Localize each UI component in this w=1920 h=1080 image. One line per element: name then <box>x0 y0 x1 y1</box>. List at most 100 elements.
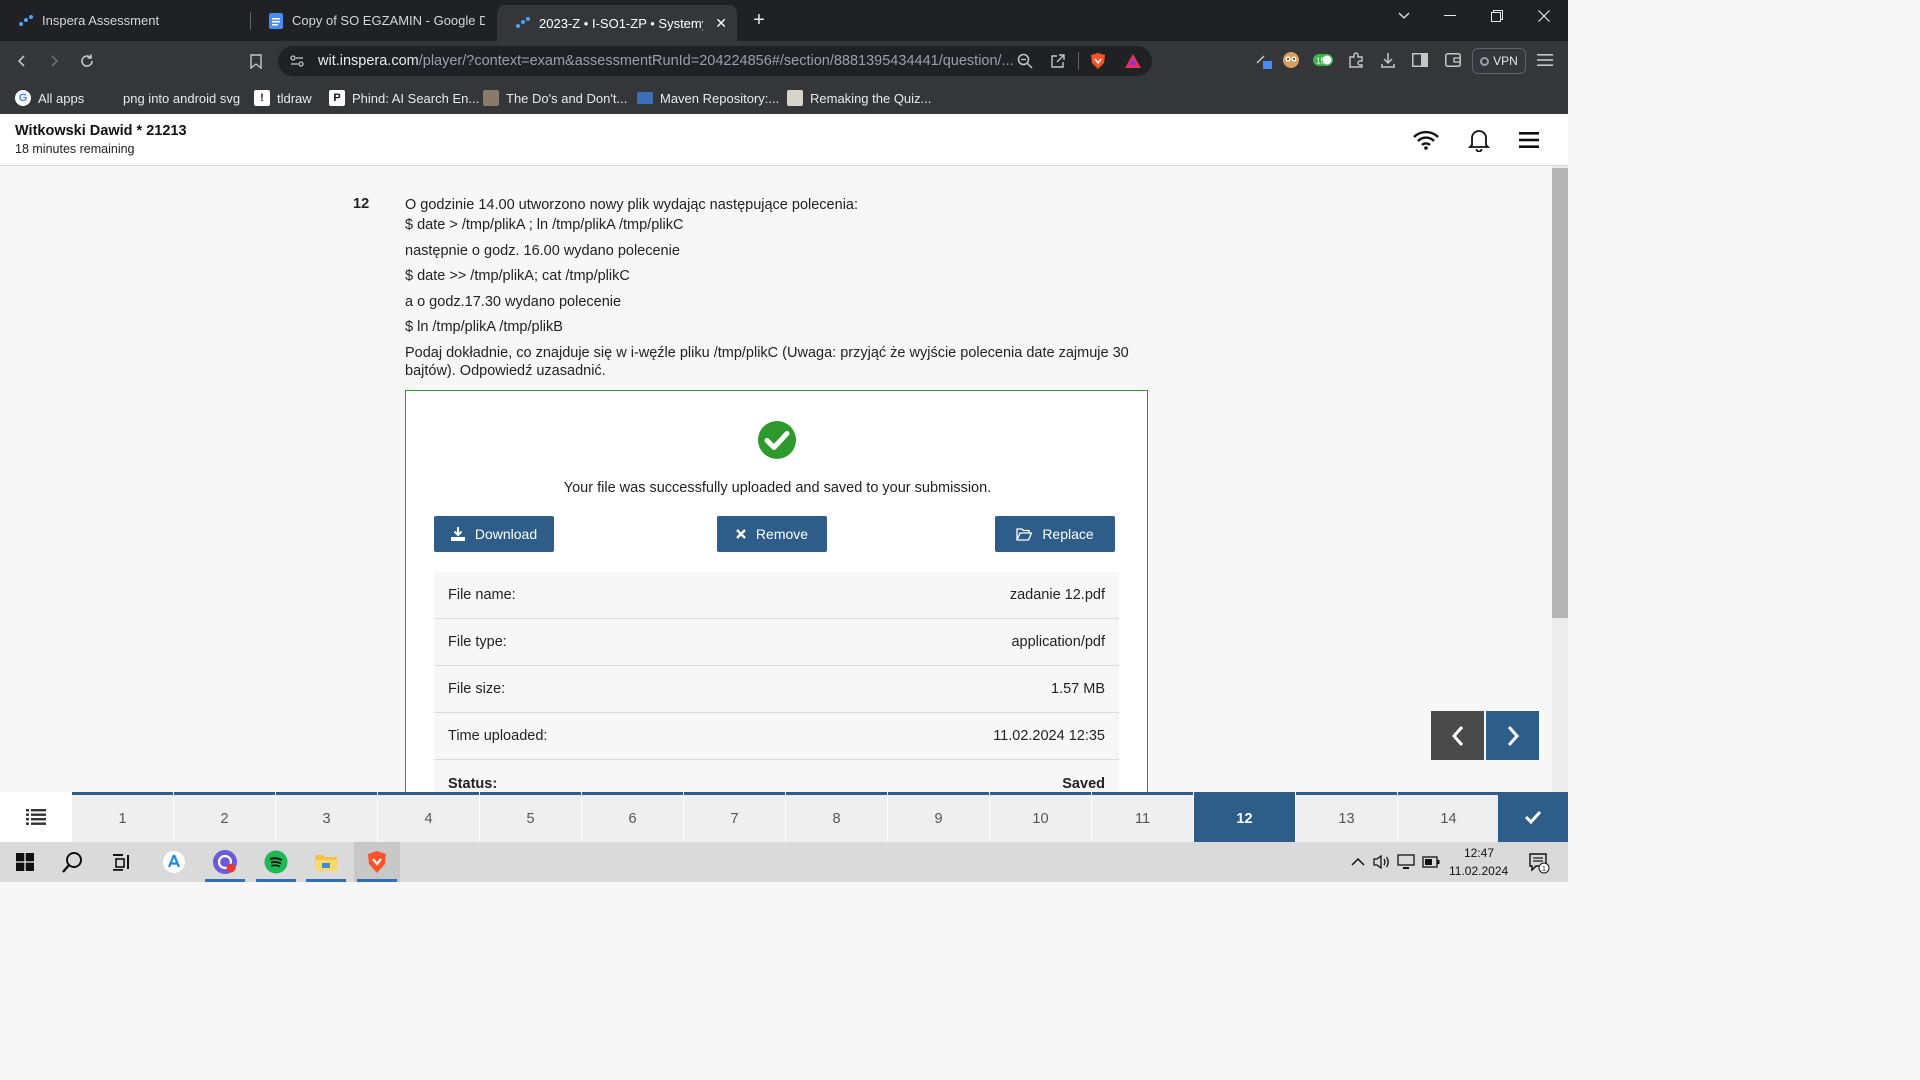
notifications-bell-icon[interactable] <box>1465 126 1493 154</box>
minimize-button[interactable] <box>1426 0 1474 32</box>
question-line: $ date > /tmp/plikA ; ln /tmp/plikA /tmp… <box>405 217 684 233</box>
battery-icon[interactable] <box>1422 853 1440 871</box>
tab-label: Inspera Assessment <box>42 13 160 28</box>
page-thumb-icon <box>787 90 803 106</box>
question-nav-item[interactable]: 1 <box>72 792 173 842</box>
vpn-status-icon <box>1480 56 1490 66</box>
notification-center-icon[interactable]: 1 <box>1527 851 1551 875</box>
browser-tab-bar: Inspera Assessment Copy of SO EGZAMIN - … <box>0 0 1568 41</box>
download-button[interactable]: Download <box>434 516 554 552</box>
main-menu-icon[interactable] <box>1515 126 1543 154</box>
address-bar[interactable]: wit.inspera.com/player/?context=exam&ass… <box>278 46 1152 76</box>
question-nav-item[interactable]: 10 <box>990 792 1091 842</box>
bookmark-tldraw[interactable]: ! tldraw <box>254 88 312 108</box>
url-text[interactable]: wit.inspera.com/player/?context=exam&ass… <box>318 53 1018 69</box>
question-line: $ date >> /tmp/plikA; cat /tmp/plikC <box>405 268 630 284</box>
bookmark-remaking-quiz[interactable]: Remaking the Quiz... <box>787 88 931 108</box>
bookmark-maven[interactable]: Maven Repository:... <box>637 88 779 108</box>
extensions-puzzle-icon[interactable] <box>1346 50 1366 70</box>
question-nav-item[interactable]: 8 <box>786 792 887 842</box>
question-number: 12 <box>353 196 370 212</box>
row-label: Time uploaded: <box>448 728 548 744</box>
candidate-name: Witkowski Dawid * 21213 <box>15 123 187 139</box>
bookmark-phind[interactable]: P Phind: AI Search En... <box>329 88 479 108</box>
spotify-icon[interactable] <box>253 842 299 882</box>
bookmark-all-apps[interactable]: G All apps <box>15 88 84 108</box>
forward-button[interactable] <box>42 49 66 73</box>
download-icon <box>450 527 465 541</box>
question-nav-item[interactable]: 11 <box>1092 792 1193 842</box>
app-store-icon[interactable] <box>151 842 197 882</box>
bookmark-label: png into android svg <box>123 90 241 106</box>
status-value: Saved <box>1062 776 1105 792</box>
wallet-icon[interactable] <box>1443 50 1463 70</box>
question-nav-item[interactable]: 12 <box>1194 792 1295 842</box>
extension-owl-icon[interactable] <box>1281 50 1301 70</box>
question-nav-item[interactable]: 13 <box>1296 792 1397 842</box>
question-line: $ ln /tmp/plikA /tmp/plikB <box>405 319 563 335</box>
submit-exam-button[interactable] <box>1498 792 1568 842</box>
replace-button[interactable]: Replace <box>995 516 1115 552</box>
question-nav-item[interactable]: 9 <box>888 792 989 842</box>
file-name-row: File name: zadanie 12.pdf <box>434 572 1119 619</box>
discord-record-icon[interactable] <box>202 842 248 882</box>
browser-menu-icon[interactable] <box>1535 50 1555 70</box>
chevron-up-icon[interactable] <box>1349 853 1367 871</box>
search-icon[interactable] <box>50 842 96 882</box>
restore-button[interactable] <box>1473 0 1521 32</box>
volume-icon[interactable] <box>1373 853 1391 871</box>
new-tab-button[interactable]: + <box>736 4 782 36</box>
reload-button[interactable] <box>75 49 99 73</box>
downloads-icon[interactable] <box>1378 50 1398 70</box>
time-remaining: 18 minutes remaining <box>15 142 135 156</box>
bookmark-dos-donts[interactable]: The Do's and Don't... <box>483 88 627 108</box>
close-tab-icon[interactable]: ✕ <box>715 15 727 32</box>
upload-success-message: Your file was successfully uploaded and … <box>563 480 992 496</box>
extension-badge: 15 <box>1316 57 1325 66</box>
page-scrollbar[interactable] <box>1552 166 1568 792</box>
extension-toggle-icon[interactable]: 15 <box>1313 50 1333 70</box>
windows-start-icon[interactable] <box>2 842 48 882</box>
clock-time[interactable]: 12:47 <box>1462 846 1496 860</box>
tab-google-docs[interactable]: Copy of SO EGZAMIN - Google Docs <box>250 0 497 41</box>
bookmark-icon[interactable] <box>244 49 268 73</box>
file-explorer-icon[interactable] <box>303 842 349 882</box>
clock-date[interactable]: 11.02.2024 <box>1449 864 1508 878</box>
close-window-button[interactable] <box>1520 0 1568 32</box>
success-check-icon <box>758 421 796 459</box>
site-info-icon[interactable] <box>289 53 305 74</box>
chevron-right-icon <box>1507 725 1519 746</box>
remove-button[interactable]: Remove <box>717 516 827 552</box>
task-view-icon[interactable] <box>99 842 145 882</box>
bookmark-png-svg[interactable]: png into android svg <box>100 88 240 108</box>
question-nav-item[interactable]: 14 <box>1398 792 1499 842</box>
vpn-button[interactable]: VPN <box>1472 48 1526 74</box>
next-question-button[interactable] <box>1486 711 1539 760</box>
question-line: O godzinie 14.00 utworzono nowy plik wyd… <box>405 197 859 213</box>
question-nav-item[interactable]: 5 <box>480 792 581 842</box>
back-button[interactable] <box>10 49 34 73</box>
share-icon[interactable] <box>1050 53 1066 74</box>
wifi-icon[interactable] <box>1412 126 1440 154</box>
brave-rewards-icon[interactable] <box>1124 52 1142 75</box>
question-nav-item[interactable]: 4 <box>378 792 479 842</box>
brave-browser-icon[interactable] <box>354 842 400 882</box>
scrollbar-thumb[interactable] <box>1552 168 1568 618</box>
sidebar-icon[interactable] <box>1410 50 1430 70</box>
bookmark-label: Maven Repository:... <box>660 90 780 106</box>
question-nav-item[interactable]: 2 <box>174 792 275 842</box>
omnibox-divider <box>1078 52 1079 70</box>
tab-search-icon[interactable] <box>1380 0 1428 32</box>
zoom-icon[interactable] <box>1017 53 1033 74</box>
extension-pen-icon[interactable] <box>1254 50 1274 70</box>
question-nav-item[interactable]: 6 <box>582 792 683 842</box>
tab-inspera-assessment[interactable]: Inspera Assessment <box>0 0 250 41</box>
brave-shields-icon[interactable] <box>1089 52 1107 75</box>
tab-exam-active[interactable]: 2023-Z • I-SO1-ZP • Systemy op ✕ <box>497 5 737 41</box>
remove-label: Remove <box>755 526 809 542</box>
network-icon[interactable] <box>1397 853 1415 871</box>
question-list-icon[interactable] <box>0 792 72 842</box>
question-nav-item[interactable]: 7 <box>684 792 785 842</box>
previous-question-button[interactable] <box>1431 711 1484 760</box>
question-nav-item[interactable]: 3 <box>276 792 377 842</box>
